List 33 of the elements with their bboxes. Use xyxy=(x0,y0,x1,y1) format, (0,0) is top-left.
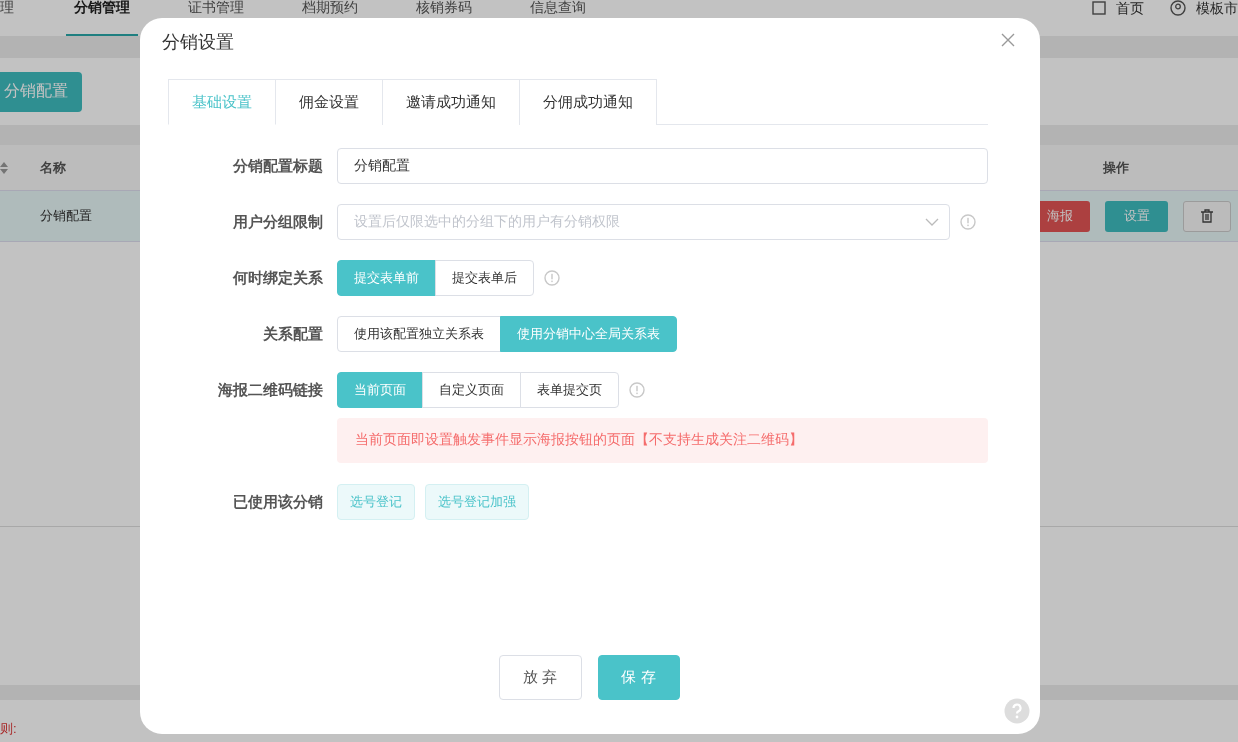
option-button[interactable]: 使用该配置独立关系表 xyxy=(337,316,501,352)
field-label: 何时绑定关系 xyxy=(231,268,323,288)
footer-note: 则: xyxy=(0,720,17,738)
trash-icon xyxy=(1201,209,1213,223)
table-cell: 分销配置 xyxy=(40,207,92,225)
user-icon xyxy=(1170,0,1186,16)
dialog-title: 分销设置 xyxy=(162,31,234,54)
field-label: 关系配置 xyxy=(262,324,323,344)
title-input[interactable]: 分销配置 xyxy=(337,148,988,184)
option-button[interactable]: 提交表单后 xyxy=(435,260,534,296)
dialog-tab[interactable]: 邀请成功通知 xyxy=(383,79,520,125)
square-icon xyxy=(1092,1,1106,15)
column-header: 名称 xyxy=(40,158,66,177)
field-label: 分销配置标题 xyxy=(232,156,323,176)
delete-button[interactable] xyxy=(1183,200,1231,232)
option-button[interactable]: 表单提交页 xyxy=(520,372,619,408)
dialog-tab[interactable]: 分佣成功通知 xyxy=(520,79,657,125)
sort-icon xyxy=(0,160,8,175)
column-header: 操作 xyxy=(1103,158,1129,177)
nav-link[interactable]: 模板市 xyxy=(1170,0,1238,16)
nav-tab[interactable]: 理 xyxy=(0,0,24,36)
form-tag: 选号登记加强 xyxy=(425,484,529,520)
form-tag: 选号登记 xyxy=(337,484,415,520)
field-label: 用户分组限制 xyxy=(232,212,323,232)
option-button[interactable]: 自定义页面 xyxy=(422,372,521,408)
notice-message: 当前页面即设置触发事件显示海报按钮的页面【不支持生成关注二维码】 xyxy=(337,417,988,463)
dialog-tab[interactable]: 佣金设置 xyxy=(276,79,383,125)
field-label: 已使用该分销 xyxy=(232,492,323,512)
cancel-button[interactable]: 放 弃 xyxy=(498,655,582,700)
close-icon[interactable] xyxy=(1001,33,1015,47)
nav-link[interactable]: 首页 xyxy=(1092,0,1144,16)
chevron-down-icon xyxy=(925,218,939,226)
field-label: 海报二维码链接 xyxy=(217,380,323,400)
